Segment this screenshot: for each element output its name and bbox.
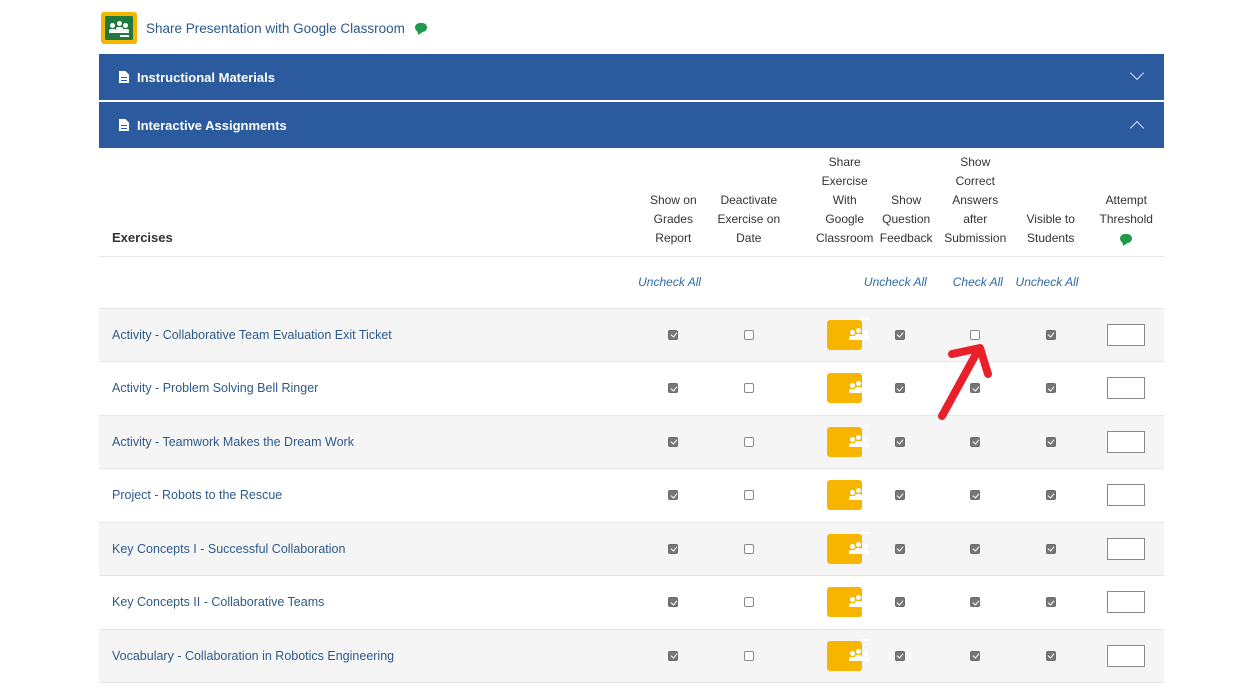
table-row: Project - Robots to the Rescue [99, 468, 1164, 523]
question-feedback-checkbox[interactable] [894, 383, 905, 394]
chevron-down-icon[interactable] [1129, 65, 1145, 81]
share-presentation-label[interactable]: Share Presentation with Google Classroom [146, 21, 405, 36]
grades-report-checkbox[interactable] [668, 383, 679, 394]
exercise-link[interactable]: Key Concepts I - Successful Collaboratio… [112, 542, 345, 556]
uncheck-all-grades-link[interactable]: Uncheck All [636, 273, 711, 291]
panel-title: Instructional Materials [137, 69, 275, 85]
visible-to-students-checkbox[interactable] [1045, 597, 1056, 608]
exercise-link[interactable]: Project - Robots to the Rescue [112, 488, 282, 502]
google-classroom-share-button[interactable] [827, 585, 869, 618]
table-row: Vocabulary - Collaboration in Robotics E… [99, 629, 1164, 683]
annotation-arrow [938, 344, 992, 420]
col-header-exercises: Exercises [112, 229, 173, 245]
comment-icon[interactable] [1120, 233, 1133, 243]
question-feedback-checkbox[interactable] [894, 490, 905, 501]
attempt-threshold-input[interactable] [1107, 323, 1146, 346]
question-feedback-checkbox[interactable] [894, 329, 905, 340]
panel-title: Interactive Assignments [137, 117, 287, 133]
deactivate-checkbox[interactable] [743, 597, 754, 608]
google-classroom-share-button[interactable] [827, 478, 869, 511]
panel-interactive-assignments[interactable]: Interactive Assignments [99, 102, 1164, 148]
google-classroom-share-button[interactable] [827, 371, 869, 404]
exercise-link[interactable]: Activity - Problem Solving Bell Ringer [112, 381, 318, 395]
visible-to-students-checkbox[interactable] [1045, 383, 1056, 394]
deactivate-checkbox[interactable] [743, 490, 754, 501]
visible-to-students-checkbox[interactable] [1045, 490, 1056, 501]
google-classroom-share-button[interactable] [827, 424, 869, 457]
table-row: Activity - Problem Solving Bell Ringer [99, 361, 1164, 416]
comment-icon[interactable] [414, 22, 427, 32]
grades-report-checkbox[interactable] [668, 490, 679, 501]
visible-to-students-checkbox[interactable] [1045, 436, 1056, 447]
col-header-question-feedback: Show Question Feedback [879, 192, 933, 245]
grades-report-checkbox[interactable] [668, 543, 679, 554]
correct-answers-checkbox[interactable] [970, 329, 981, 340]
exercise-link[interactable]: Activity - Collaborative Team Evaluation… [112, 328, 392, 342]
grades-report-checkbox[interactable] [668, 436, 679, 447]
table-row: Activity - Collaborative Team Evaluation… [99, 308, 1164, 362]
visible-to-students-checkbox[interactable] [1045, 329, 1056, 340]
check-all-correct-link[interactable]: Check All [938, 273, 1013, 291]
google-classroom-icon[interactable] [101, 12, 137, 44]
table-row: Key Concepts I - Successful Collaboratio… [99, 522, 1164, 576]
table-header-row: Exercises Show on Grades Report Deactiva… [99, 148, 1164, 256]
attempt-threshold-input[interactable] [1107, 484, 1146, 507]
table-row: Key Concepts II - Collaborative Teams [99, 575, 1164, 630]
question-feedback-checkbox[interactable] [894, 597, 905, 608]
question-feedback-checkbox[interactable] [894, 436, 905, 447]
deactivate-checkbox[interactable] [743, 329, 754, 340]
google-classroom-share-button[interactable] [827, 638, 869, 671]
deactivate-checkbox[interactable] [743, 436, 754, 447]
attempt-threshold-input[interactable] [1107, 644, 1146, 667]
visible-to-students-checkbox[interactable] [1045, 543, 1056, 554]
correct-answers-checkbox[interactable] [970, 490, 981, 501]
visible-to-students-checkbox[interactable] [1045, 650, 1056, 661]
grades-report-checkbox[interactable] [668, 650, 679, 661]
grades-report-checkbox[interactable] [668, 329, 679, 340]
correct-answers-checkbox[interactable] [970, 543, 981, 554]
attempt-threshold-input[interactable] [1107, 591, 1146, 614]
correct-answers-checkbox[interactable] [970, 436, 981, 447]
deactivate-checkbox[interactable] [743, 543, 754, 554]
table-row: Activity - Teamwork Makes the Dream Work [99, 415, 1164, 469]
grades-report-checkbox[interactable] [668, 597, 679, 608]
question-feedback-checkbox[interactable] [894, 543, 905, 554]
document-icon [119, 71, 129, 83]
google-classroom-share-button[interactable] [827, 317, 869, 350]
attempt-threshold-input[interactable] [1107, 430, 1146, 453]
attempt-threshold-input[interactable] [1107, 377, 1146, 400]
attempt-threshold-input[interactable] [1107, 537, 1146, 560]
deactivate-checkbox[interactable] [743, 383, 754, 394]
col-header-deactivate: Deactivate Exercise on Date [717, 192, 781, 245]
col-header-attempt-threshold: Attempt Threshold [1088, 148, 1164, 256]
deactivate-checkbox[interactable] [743, 650, 754, 661]
google-classroom-share-button[interactable] [827, 531, 869, 564]
col-header-visible-students: Visible to Students [1026, 211, 1075, 245]
panel-instructional-materials[interactable]: Instructional Materials [99, 54, 1164, 100]
uncheck-all-visible-link[interactable]: Uncheck All [1013, 273, 1088, 291]
chevron-up-icon[interactable] [1129, 120, 1145, 136]
correct-answers-checkbox[interactable] [970, 650, 981, 661]
correct-answers-checkbox[interactable] [970, 597, 981, 608]
document-icon [119, 119, 129, 131]
assignments-table: Exercises Show on Grades Report Deactiva… [99, 148, 1164, 683]
uncheck-all-feedback-link[interactable]: Uncheck All [863, 273, 937, 291]
exercise-link[interactable]: Key Concepts II - Collaborative Teams [112, 595, 324, 609]
share-presentation-link[interactable]: Share Presentation with Google Classroom [101, 12, 427, 44]
col-header-correct-answers: Show Correct Answers after Submission [944, 154, 1007, 245]
bulk-actions-row: Uncheck All Uncheck All Check All Unchec… [99, 256, 1164, 309]
col-header-grades-report: Show on Grades Report [649, 192, 697, 245]
exercise-link[interactable]: Activity - Teamwork Makes the Dream Work [112, 435, 354, 449]
exercise-link[interactable]: Vocabulary - Collaboration in Robotics E… [112, 649, 394, 663]
question-feedback-checkbox[interactable] [894, 650, 905, 661]
